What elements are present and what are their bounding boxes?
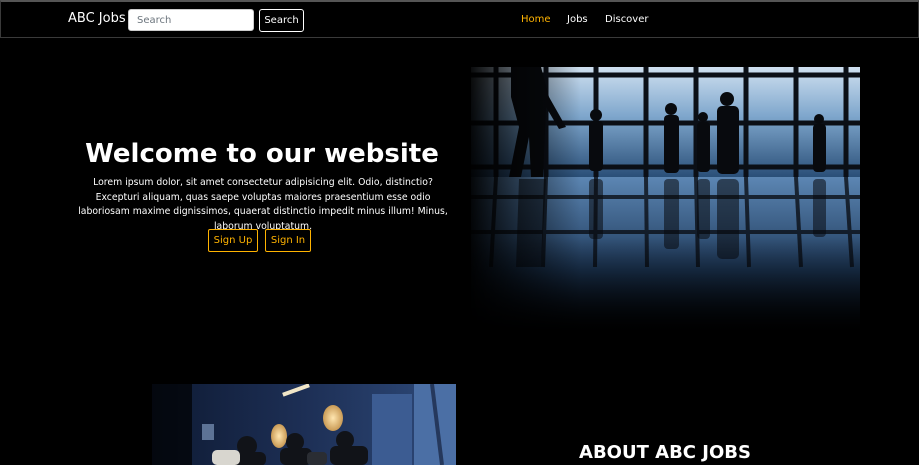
hero-description: Lorem ipsum dolor, sit amet consectetur … (78, 177, 448, 232)
nav-link-discover[interactable]: Discover (605, 14, 649, 25)
brand-link[interactable]: ABC Jobs (68, 11, 126, 26)
navbar: ABC Jobs Search Home Jobs Discover (0, 0, 919, 38)
team-meeting-image (152, 384, 456, 465)
search-button[interactable]: Search (259, 9, 304, 32)
sign-up-button[interactable]: Sign Up (208, 229, 258, 252)
about-section-title: ABOUT ABC JOBS (579, 442, 751, 463)
search-input[interactable] (128, 9, 254, 31)
hero-title: Welcome to our website (85, 139, 439, 169)
nav-link-home[interactable]: Home (521, 14, 551, 25)
sign-in-button[interactable]: Sign In (265, 229, 311, 252)
nav-link-jobs[interactable]: Jobs (567, 14, 588, 25)
hero-office-silhouettes-image (471, 67, 860, 332)
